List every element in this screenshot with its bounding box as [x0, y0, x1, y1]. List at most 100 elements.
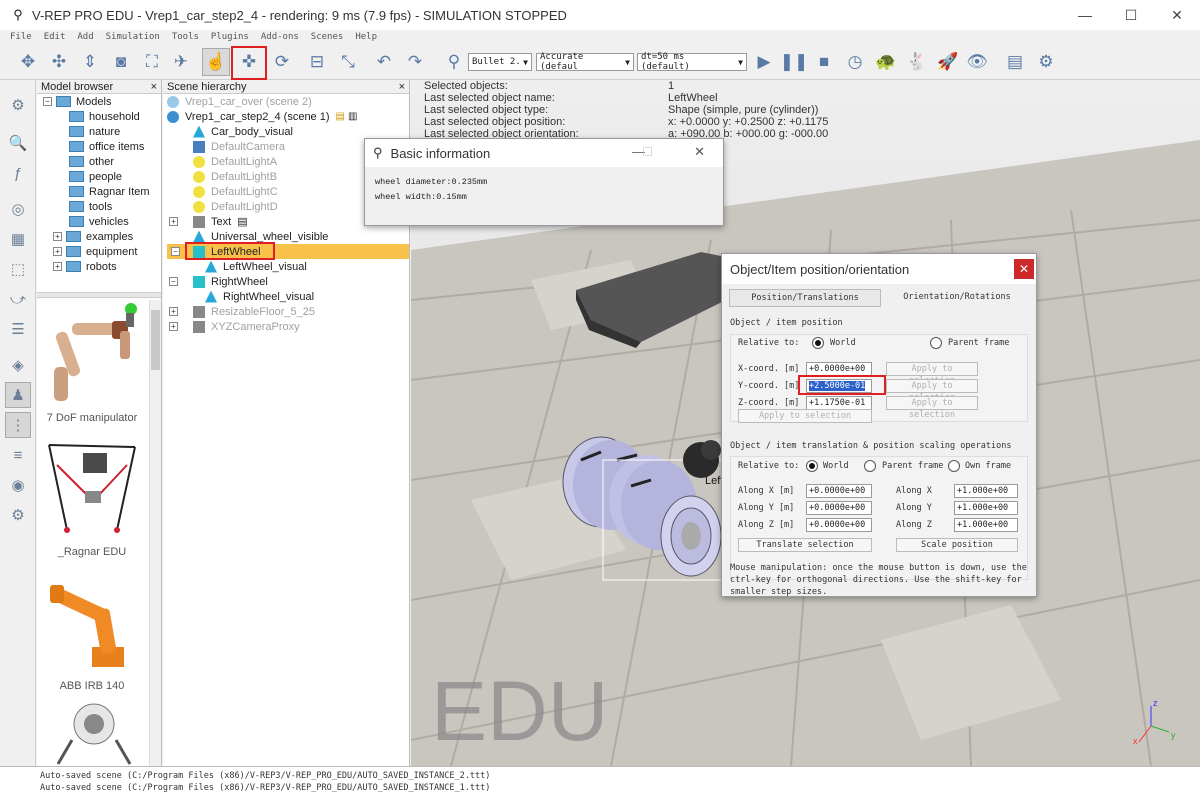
user-settings-icon[interactable]: ⚙ [5, 502, 31, 528]
model-thumb-ragnar[interactable]: _Ragnar EDU [37, 432, 147, 558]
menu-edit[interactable]: Edit [44, 32, 66, 42]
model-thumb-next[interactable] [37, 700, 147, 766]
tree-item-household[interactable]: household [69, 109, 140, 124]
transfer-dna-icon[interactable]: ⤡ [334, 48, 362, 76]
tree-item-office[interactable]: office items [69, 139, 144, 154]
collapse-icon[interactable]: − [171, 247, 180, 256]
model-browser-toggle-icon[interactable]: ♟ [5, 382, 31, 408]
scale-y-field[interactable]: +1.000e+00 [954, 501, 1018, 515]
menu-help[interactable]: Help [355, 32, 377, 42]
close-button[interactable]: ✕ [1014, 259, 1034, 279]
menu-tools[interactable]: Tools [172, 32, 199, 42]
model-thumb-abb[interactable]: ABB IRB 140 [37, 566, 147, 692]
scene-object-row[interactable]: LeftWheel_visual [205, 259, 307, 274]
script-icon[interactable]: ▤ [336, 111, 345, 122]
redo-icon[interactable]: ↷ [401, 48, 429, 76]
expand-icon[interactable]: + [169, 322, 178, 331]
script-icon[interactable]: ƒ [5, 160, 31, 186]
scene-object-row[interactable]: RightWheel_visual [205, 289, 314, 304]
apply-z-button[interactable]: Apply to selection [886, 396, 978, 420]
dialog-titlebar[interactable]: ⚲ Basic information — ☐ ✕ [365, 139, 723, 167]
minimize-button[interactable]: — [1062, 0, 1108, 30]
scrollbar[interactable] [149, 300, 161, 766]
play-icon[interactable]: ▶ [750, 48, 778, 76]
radio-parent-frame[interactable] [930, 337, 942, 349]
env-settings-icon[interactable]: ⚙ [1032, 48, 1060, 76]
apply-x-button[interactable]: Apply to selection [886, 362, 978, 386]
close-button[interactable]: ✕ [1154, 0, 1200, 30]
scene-object-row[interactable]: + Text ▤ [169, 214, 248, 229]
scene-layers-icon[interactable]: ▤ [1001, 48, 1029, 76]
z-coord-field[interactable]: +1.1750e-01 [806, 396, 872, 410]
menu-file[interactable]: File [10, 32, 32, 42]
model-thumb-7dof[interactable]: 7 DoF manipulator [37, 298, 147, 424]
maximize-button[interactable]: ☐ [1108, 0, 1154, 30]
menu-plugins[interactable]: Plugins [211, 32, 249, 42]
close-icon[interactable]: × [399, 81, 409, 93]
scene-object-row[interactable]: + ResizableFloor_5_25 [169, 304, 315, 319]
tree-item-ragnar[interactable]: Ragnar Item [69, 184, 150, 199]
scene-object-row[interactable]: DefaultCamera [193, 139, 285, 154]
search-icon[interactable]: 🔍 [5, 130, 31, 156]
engine-accuracy-select[interactable]: Accurate (defaul ▼ [536, 52, 634, 72]
simulation-settings-icon[interactable]: ⚙ [5, 92, 31, 118]
scene-item-1[interactable]: Vrep1_car_step2_4 (scene 1) ▤ ▥ [167, 109, 357, 124]
menu-simulation[interactable]: Simulation [106, 32, 160, 42]
scale-z-field[interactable]: +1.000e+00 [954, 518, 1018, 532]
close-button[interactable]: ✕ [694, 144, 705, 160]
tab-orientation[interactable]: Orientation/Rotations [884, 289, 1030, 307]
dialog-titlebar[interactable]: Object/Item position/orientation ✕ [722, 254, 1036, 284]
scene-object-row[interactable]: − RightWheel [169, 274, 268, 289]
fit-to-view-icon[interactable]: ⛶ [138, 48, 166, 76]
tree-item-nature[interactable]: nature [69, 124, 120, 139]
tree-item-vehicles[interactable]: vehicles [69, 214, 129, 229]
camera-angle-icon[interactable]: ◙ [107, 48, 135, 76]
expand-icon[interactable]: + [53, 247, 62, 256]
scene-object-row[interactable]: DefaultLightB [193, 169, 277, 184]
undo-icon[interactable]: ↶ [370, 48, 398, 76]
scene-object-row[interactable]: + XYZCameraProxy [169, 319, 300, 334]
expand-icon[interactable]: + [169, 307, 178, 316]
stack-icon[interactable]: ≡ [5, 442, 31, 468]
visualization-icon[interactable]: 👁 [963, 48, 991, 76]
script-icon[interactable]: ▤ [237, 215, 247, 228]
assemble-icon[interactable]: ⊟ [303, 48, 331, 76]
collections-icon[interactable]: ◎ [5, 196, 31, 222]
properties-icon[interactable]: ☰ [5, 316, 31, 342]
scene-hierarchy-toggle-icon[interactable]: ⋮ [5, 412, 31, 438]
translate-z-field[interactable]: +0.0000e+00 [806, 518, 872, 532]
pause-icon[interactable]: ❚❚ [780, 48, 809, 76]
video-recorder-icon[interactable]: ◉ [5, 472, 31, 498]
scene-object-row[interactable]: DefaultLightC [193, 184, 278, 199]
shape-edit-icon[interactable]: ⬚ [5, 256, 31, 282]
apply-all-button[interactable]: Apply to selection [738, 409, 872, 423]
physics-engine-select[interactable]: Bullet 2. ▼ [468, 53, 532, 71]
translate-selection-button[interactable]: Translate selection [738, 538, 872, 552]
layers-icon[interactable]: ◈ [5, 352, 31, 378]
close-icon[interactable]: × [151, 81, 161, 93]
scene-object-row[interactable]: Car_body_visual [193, 124, 293, 139]
apply-y-button[interactable]: Apply to selection [886, 379, 978, 403]
scale-x-field[interactable]: +1.000e+00 [954, 484, 1018, 498]
manipulate-icon[interactable]: ✈ [167, 48, 195, 76]
collapse-icon[interactable]: − [169, 277, 178, 286]
camera-pan-icon[interactable]: ✥ [14, 48, 42, 76]
radio-world[interactable] [812, 337, 824, 349]
tree-item-tools[interactable]: tools [69, 199, 112, 214]
scale-position-button[interactable]: Scale position [896, 538, 1018, 552]
expand-icon[interactable]: + [53, 262, 62, 271]
radio-own-frame[interactable] [948, 460, 960, 472]
menu-scenes[interactable]: Scenes [311, 32, 344, 42]
expand-icon[interactable]: + [53, 232, 62, 241]
document-icon[interactable]: ▦ [5, 226, 31, 252]
slower-icon[interactable]: 🐢 [872, 48, 900, 76]
tree-item-other[interactable]: other [69, 154, 114, 169]
script-icon[interactable]: ▥ [348, 111, 357, 122]
tab-position[interactable]: Position/Translations [729, 289, 881, 307]
scene-object-row[interactable]: DefaultLightA [193, 154, 277, 169]
camera-shift-icon[interactable]: ⇕ [76, 48, 104, 76]
scene-item-2[interactable]: Vrep1_car_over (scene 2) [167, 94, 312, 109]
realtime-icon[interactable]: ◷ [841, 48, 869, 76]
expand-icon[interactable]: + [169, 217, 178, 226]
tree-item-equipment[interactable]: + equipment [53, 244, 137, 259]
